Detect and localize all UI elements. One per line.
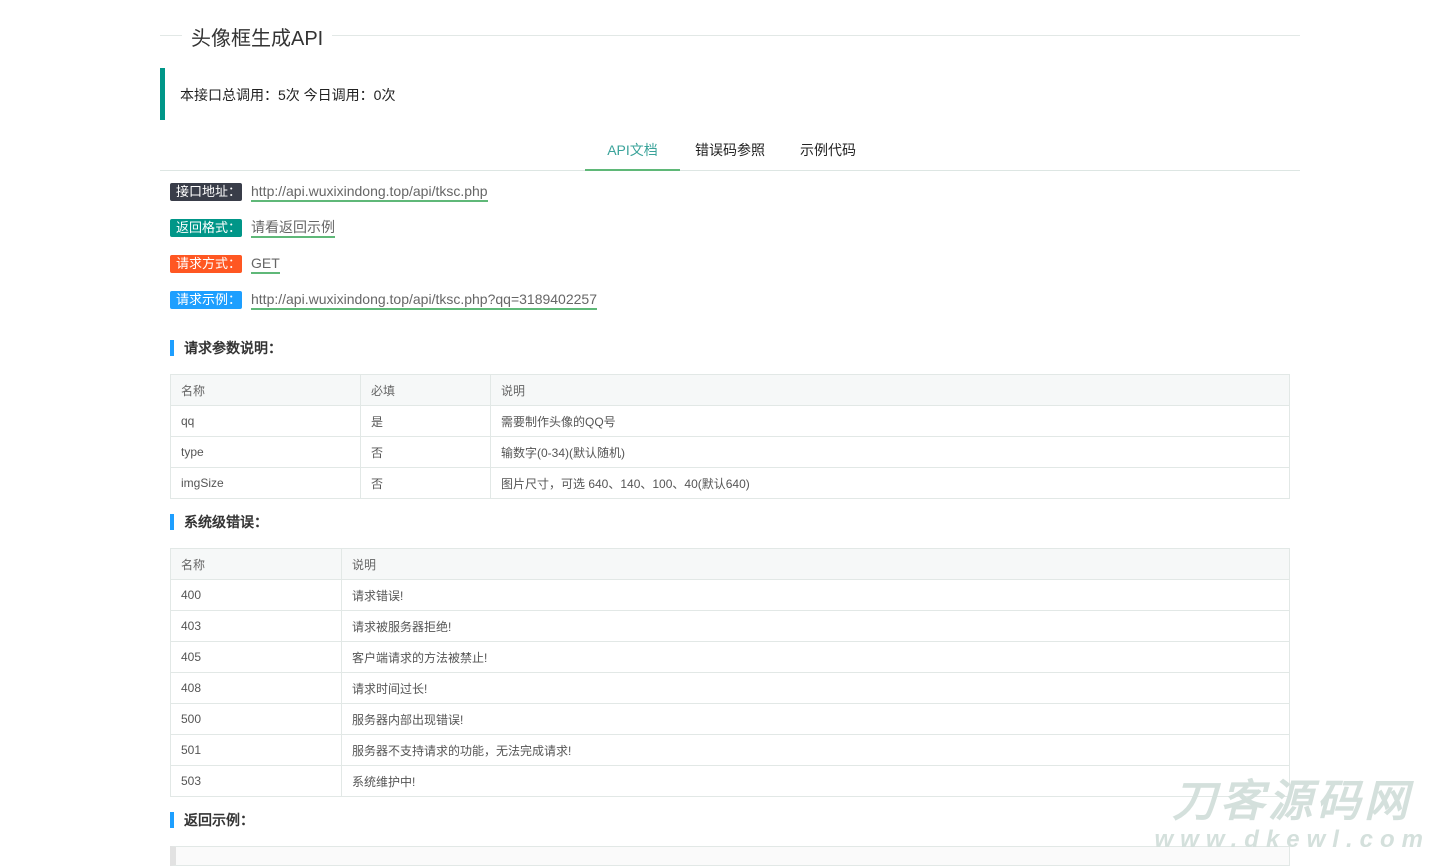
table-row: 501 服务器不支持请求的功能，无法完成请求! [170,734,1290,766]
table-cell: type [170,436,361,468]
table-row: 408 请求时间过长! [170,672,1290,704]
table-row: type 否输数字(0-34)(默认随机) [170,436,1290,468]
info-value: 请看返回示例 [251,219,335,238]
table-row: 500 服务器内部出现错误! [170,703,1290,735]
params-table: 名称 必填 说明 qq 是需要制作头像的QQ号 type 否输数字(0-34)(默认随… [170,374,1290,499]
info-row: 请求方式： GET [170,255,280,274]
info-label: 返回格式： [170,219,242,237]
col-header: 说明 [341,548,1290,580]
table-cell: 503 [170,765,342,797]
info-label: 接口地址： [170,183,242,201]
table-row: 400 请求错误! [170,579,1290,611]
info-row: 返回格式： 请看返回示例 [170,219,335,238]
watermark-text: 刀客源码网 [1172,777,1413,826]
table-row: 405 客户端请求的方法被禁止! [170,641,1290,673]
col-header: 名称 [170,548,342,580]
table-cell: 500 [170,703,342,735]
table-cell: 输数字(0-34)(默认随机) [490,436,1290,468]
table-cell: 系统维护中! [341,765,1290,797]
table-cell: 客户端请求的方法被禁止! [341,641,1290,673]
col-header: 说明 [490,374,1290,406]
return-heading: 返回示例： [170,812,254,828]
tab-bar: API文档 错误码参照 示例代码 [160,130,1300,171]
table-cell: 图片尺寸，可选 640、140、100、40(默认640) [490,467,1290,499]
table-cell: 是 [360,405,491,437]
table-cell: 需要制作头像的QQ号 [490,405,1290,437]
tab-error-codes[interactable]: 错误码参照 [685,130,775,171]
table-cell: imgSize [170,467,361,499]
table-cell: qq [170,405,361,437]
info-label: 请求方式： [170,255,242,273]
table-row: 403 请求被服务器拒绝! [170,610,1290,642]
table-cell: 400 [170,579,342,611]
page-title: 头像框生成API [182,22,333,51]
tab-sample-code[interactable]: 示例代码 [788,130,868,171]
info-value: GET [251,255,280,274]
info-row: 请求示例： http://api.wuxixindong.top/api/tksc… [170,291,597,310]
table-cell: 请求时间过长! [341,672,1290,704]
call-stats: 本接口总调用：5次 今日调用：0次 [160,68,1300,120]
table-row: qq 是需要制作头像的QQ号 [170,405,1290,437]
table-cell: 服务器不支持请求的功能，无法完成请求! [341,734,1290,766]
table-cell: 405 [170,641,342,673]
col-header: 必填 [360,374,491,406]
watermark-logo: 刀客源码网 www.dkewl.com [1155,778,1431,854]
table-cell: 否 [360,436,491,468]
params-heading: 请求参数说明： [170,340,282,356]
table-row: imgSize 否图片尺寸，可选 640、140、100、40(默认640) [170,467,1290,499]
info-row: 接口地址： http://api.wuxixindong.top/api/tksc… [170,183,488,202]
table-cell: 501 [170,734,342,766]
errors-heading: 系统级错误： [170,514,268,530]
table-cell: 服务器内部出现错误! [341,703,1290,735]
info-value[interactable]: http://api.wuxixindong.top/api/tksc.php?… [251,291,597,310]
table-cell: 否 [360,467,491,499]
info-label: 请求示例： [170,291,242,309]
table-row: 503 系统维护中! [170,765,1290,797]
col-header: 名称 [170,374,361,406]
table-cell: 408 [170,672,342,704]
table-cell: 请求错误! [341,579,1290,611]
table-cell: 请求被服务器拒绝! [341,610,1290,642]
errors-table: 名称 说明 400 请求错误! 403 请求被服务器拒绝! 405 客户端请求的方法被禁止… [170,548,1290,797]
table-cell: 403 [170,610,342,642]
info-value[interactable]: http://api.wuxixindong.top/api/tksc.php [251,183,488,202]
watermark-url: www.dkewl.com [1154,826,1430,853]
tab-api-docs[interactable]: API文档 [585,130,680,171]
return-example-code [170,846,1290,866]
